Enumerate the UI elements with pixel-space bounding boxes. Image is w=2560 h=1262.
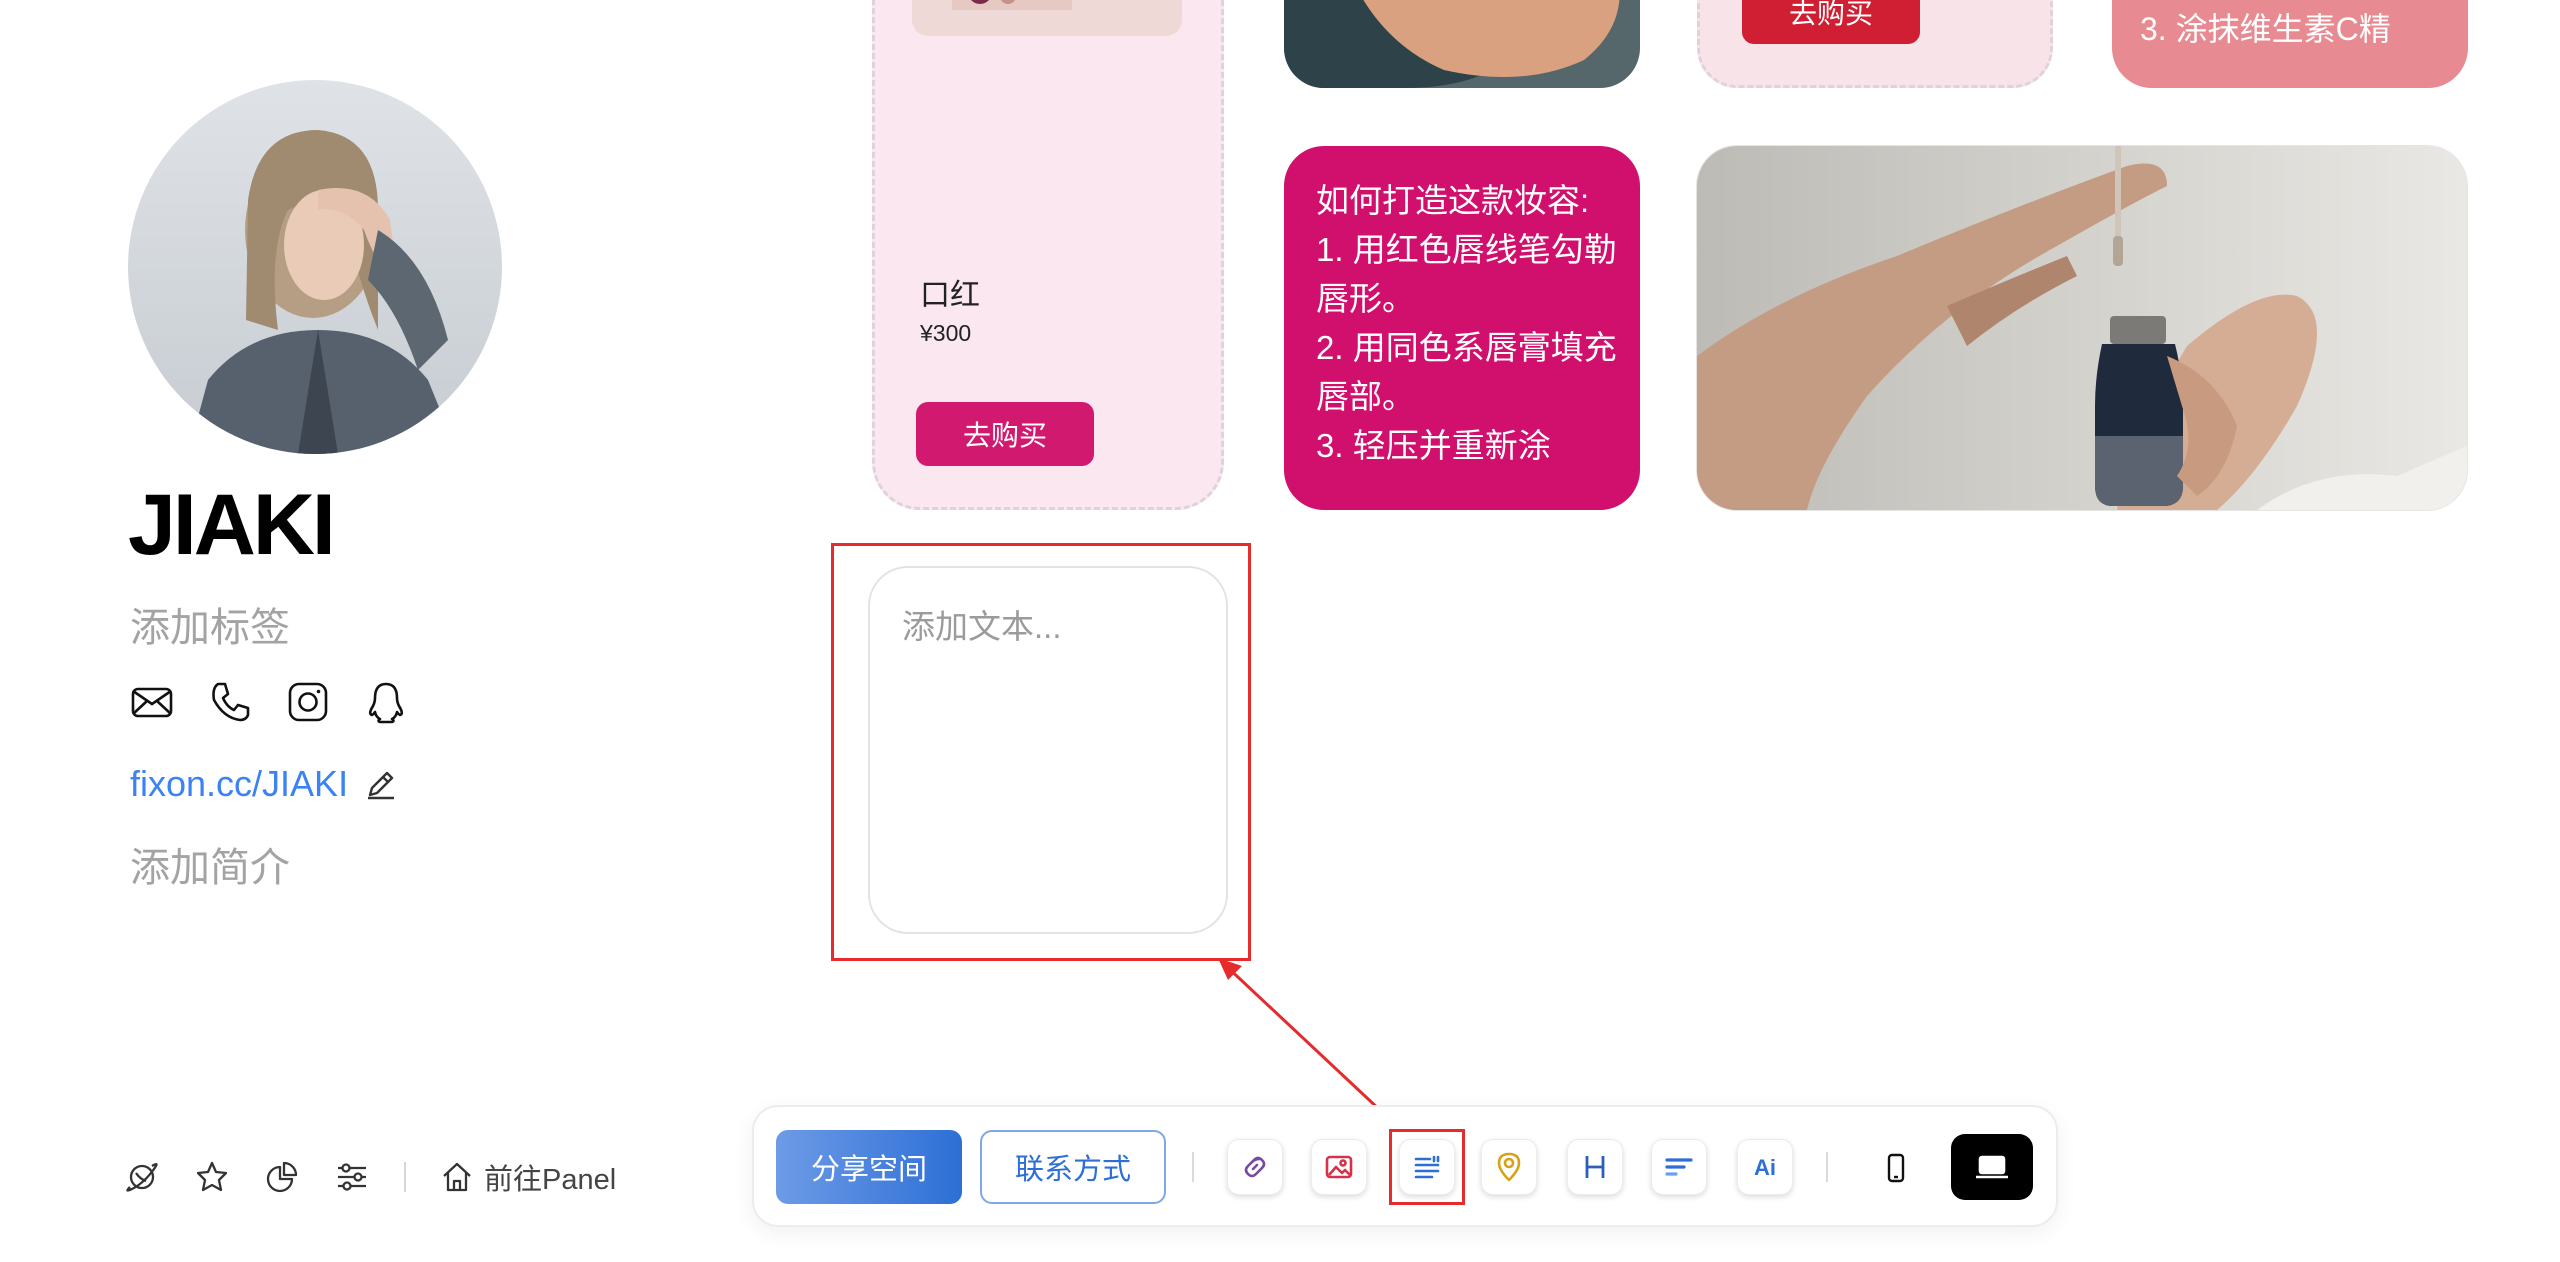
link-icon <box>1244 1156 1266 1178</box>
product-name: 口红 <box>920 279 980 312</box>
makeup-tips-card[interactable]: 如何打造这款妆容: 1. 用红色唇线笔勾勒唇形。 2. 用同色系唇膏填充唇部。 … <box>1284 146 1640 510</box>
avatar[interactable] <box>128 80 502 454</box>
product-price: ¥300 <box>920 320 972 346</box>
phone-icon[interactable] <box>208 680 252 724</box>
makeup-tips-text: 如何打造这款妆容: 1. 用红色唇线笔勾勒唇形。 2. 用同色系唇膏填充唇部。 … <box>1316 176 1620 470</box>
add-tag-placeholder[interactable]: 添加标签 <box>130 600 290 656</box>
go-to-panel-link[interactable]: 前往Panel <box>440 1156 616 1198</box>
toolbar-divider <box>1826 1152 1828 1182</box>
bottom-left-toolbar: 前往Panel <box>124 1156 616 1198</box>
svg-text:Ai: Ai <box>1754 1155 1776 1180</box>
product-image <box>912 0 1182 36</box>
buy-button-2[interactable]: 去购买 <box>1742 0 1920 44</box>
ai-tool[interactable]: Ai <box>1737 1139 1793 1195</box>
mobile-view-icon <box>1887 1153 1905 1183</box>
mail-icon[interactable] <box>130 680 174 724</box>
location-icon <box>1497 1152 1521 1182</box>
tips-line: 3. 轻压并重新涂 <box>1316 427 1551 464</box>
edit-pencil-icon[interactable] <box>364 767 398 801</box>
mobile-view-toggle[interactable] <box>1868 1140 1924 1196</box>
image-icon <box>1325 1155 1353 1179</box>
tips-line: 1. 用红色唇线笔勾勒唇形。 <box>1316 231 1617 317</box>
tips-card-salmon[interactable]: 3. 涂抹维生素C精 <box>2112 0 2468 88</box>
serum-bottle-photo[interactable] <box>1697 146 2467 510</box>
qq-icon[interactable] <box>364 680 408 724</box>
section-icon <box>1665 1158 1693 1176</box>
contact-icons-row <box>130 680 408 724</box>
tips-line: 如何打造这款妆容: <box>1316 182 1590 219</box>
toolbar-divider <box>404 1162 406 1192</box>
profile-link[interactable]: fixon.cc/JIAKI <box>130 760 348 808</box>
profile-link-row: fixon.cc/JIAKI <box>130 760 398 808</box>
face-closeup-image[interactable] <box>1284 0 1640 88</box>
add-bio-placeholder[interactable]: 添加简介 <box>130 840 290 896</box>
add-link-tool[interactable] <box>1227 1139 1283 1195</box>
annotation-arrow <box>1218 958 1384 1114</box>
profile-name[interactable]: JIAKI <box>128 470 336 580</box>
instagram-icon[interactable] <box>286 680 330 724</box>
text-card[interactable] <box>868 566 1228 934</box>
add-location-tool[interactable] <box>1481 1139 1537 1195</box>
add-section-tool[interactable] <box>1651 1139 1707 1195</box>
go-to-panel-label: 前往Panel <box>484 1164 617 1196</box>
planet-icon[interactable] <box>124 1159 160 1195</box>
sliders-icon[interactable] <box>334 1159 370 1195</box>
buy-button[interactable]: 去购买 <box>916 402 1094 466</box>
tips-card-text: 3. 涂抹维生素C精 <box>2140 11 2391 47</box>
ai-icon: Ai <box>1754 1155 1776 1180</box>
add-heading-tool[interactable] <box>1567 1139 1623 1195</box>
home-icon <box>443 1162 471 1192</box>
star-icon[interactable] <box>194 1159 230 1195</box>
text-card-input[interactable] <box>900 598 1194 902</box>
toolbar-divider <box>1192 1152 1194 1182</box>
desktop-view-toggle[interactable] <box>1951 1134 2033 1200</box>
add-image-tool[interactable] <box>1311 1139 1367 1195</box>
pie-chart-icon[interactable] <box>264 1159 300 1195</box>
contact-info-button[interactable]: 联系方式 <box>980 1130 1166 1204</box>
share-space-button[interactable]: 分享空间 <box>776 1130 962 1204</box>
desktop-view-icon <box>1976 1155 2008 1179</box>
tips-line: 2. 用同色系唇膏填充唇部。 <box>1316 329 1617 415</box>
heading-icon <box>1585 1156 1605 1178</box>
highlight-box-text-tool <box>1389 1129 1465 1205</box>
